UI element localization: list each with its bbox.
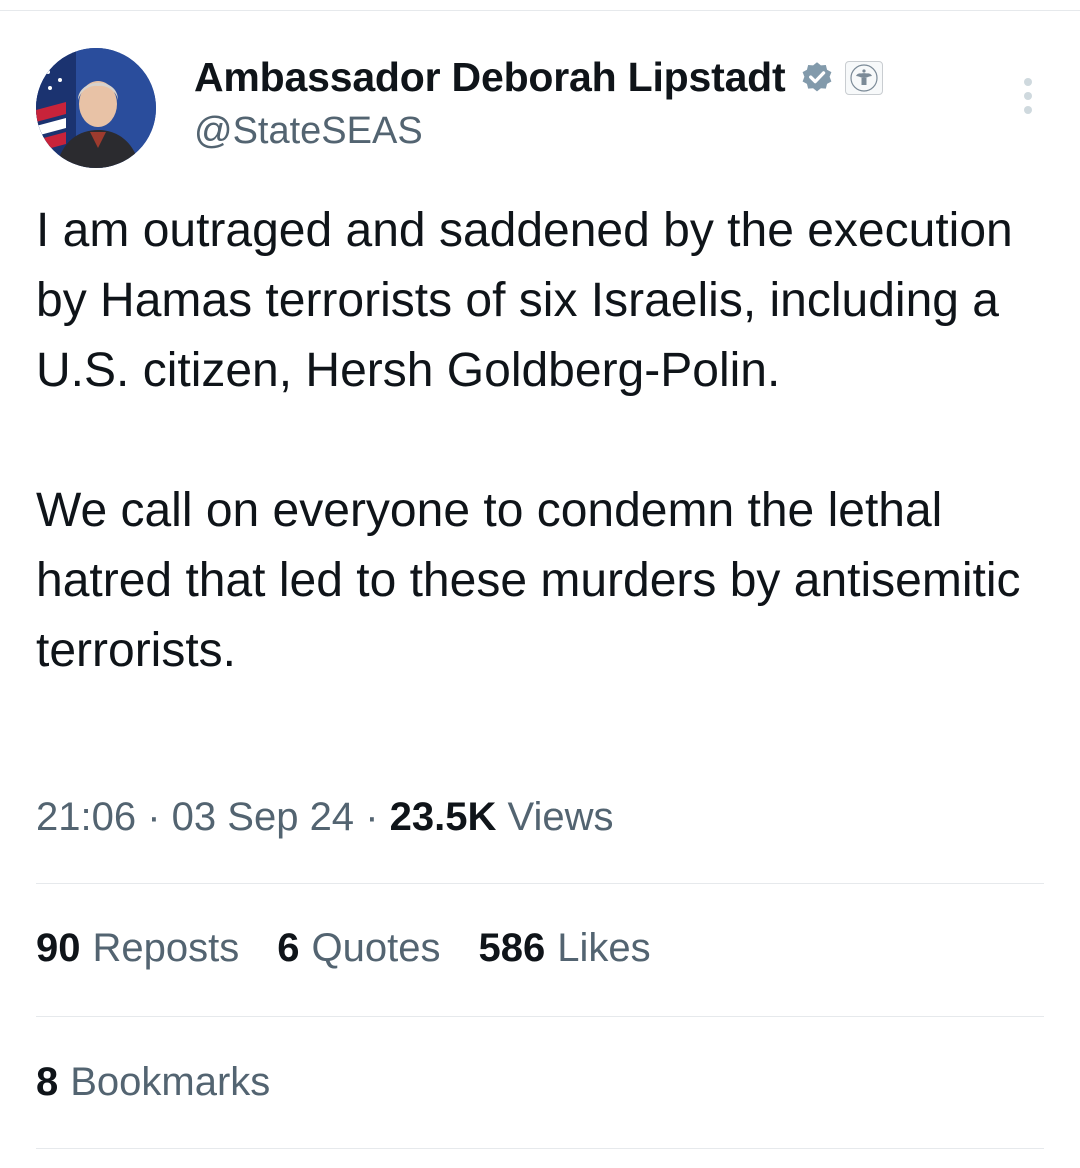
divider xyxy=(36,883,1044,884)
meta-separator: · xyxy=(147,795,172,839)
divider xyxy=(36,1016,1044,1017)
post-time[interactable]: 21:06 xyxy=(36,795,136,839)
tweet-meta: 21:06 · 03 Sep 24 · 23.5K Views xyxy=(36,795,613,840)
avatar[interactable] xyxy=(36,48,156,168)
author-name-row: Ambassador Deborah Lipstadt xyxy=(194,54,884,101)
top-divider xyxy=(0,10,1080,11)
likes-label: Likes xyxy=(557,926,651,970)
tweet-text: I am outraged and saddened by the execut… xyxy=(36,196,1036,686)
quotes-label: Quotes xyxy=(311,926,441,970)
us-state-department-seal-icon[interactable] xyxy=(845,60,884,95)
tweet-paragraph: I am outraged and saddened by the execut… xyxy=(36,204,1013,397)
bookmarks-count: 8 xyxy=(36,1060,59,1104)
verified-badge-icon[interactable] xyxy=(799,60,835,96)
post-date[interactable]: 03 Sep 24 xyxy=(172,795,354,839)
display-name[interactable]: Ambassador Deborah Lipstadt xyxy=(194,54,786,101)
likes-count: 586 xyxy=(478,926,546,970)
quotes-count: 6 xyxy=(277,926,300,970)
divider xyxy=(36,1148,1044,1149)
likes-stat[interactable]: 586 Likes xyxy=(478,926,650,971)
reposts-label: Reposts xyxy=(92,926,240,970)
tweet-detail: Ambassador Deborah Lipstadt @StateSEAS I… xyxy=(0,0,1080,1168)
bookmarks-stat[interactable]: 8 Bookmarks xyxy=(36,1060,270,1105)
tweet-paragraph: We call on everyone to condemn the letha… xyxy=(36,484,1021,677)
meta-separator: · xyxy=(365,795,390,839)
author-handle[interactable]: @StateSEAS xyxy=(194,110,423,153)
views-count: 23.5K xyxy=(389,795,508,839)
tweet-header: Ambassador Deborah Lipstadt @StateSEAS xyxy=(36,46,1046,170)
bookmarks-label: Bookmarks xyxy=(70,1060,271,1104)
views-label: Views xyxy=(507,795,614,839)
reposts-count: 90 xyxy=(36,926,81,970)
engagement-stats: 90 Reposts 6 Quotes 586 Likes xyxy=(36,926,689,971)
more-options-icon[interactable] xyxy=(1018,78,1038,118)
quotes-stat[interactable]: 6 Quotes xyxy=(277,926,440,971)
reposts-stat[interactable]: 90 Reposts xyxy=(36,926,239,971)
